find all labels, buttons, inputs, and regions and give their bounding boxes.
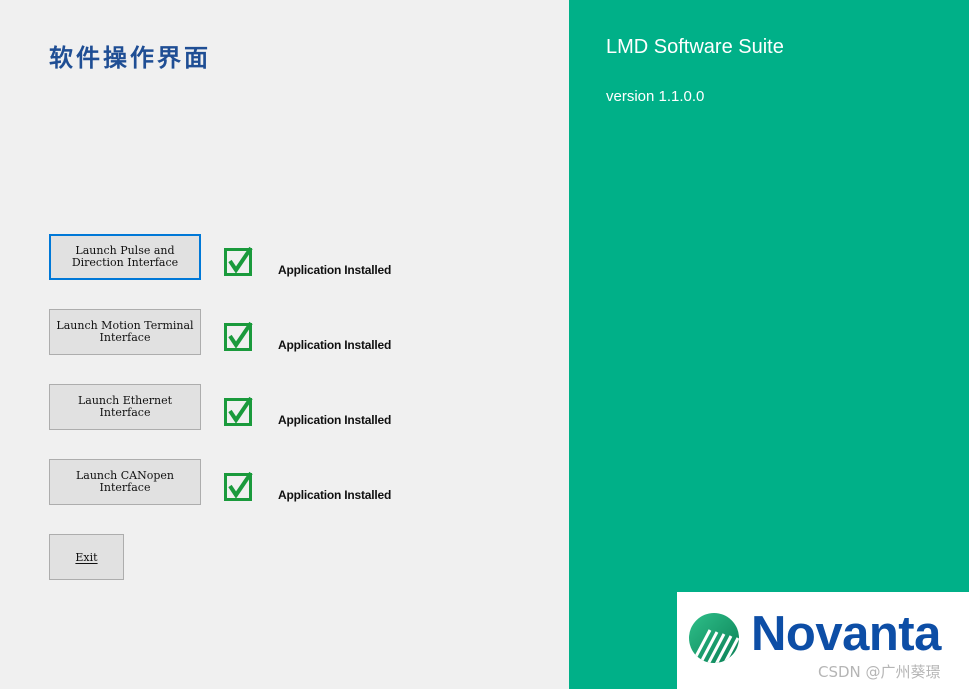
suite-version: version 1.1.0.0	[606, 88, 705, 105]
launch-canopen-button[interactable]: Launch CANopen Interface	[49, 459, 201, 505]
launch-pulse-direction-button[interactable]: Launch Pulse and Direction Interface	[49, 234, 201, 280]
status-text: Application Installed	[278, 413, 392, 427]
check-square-icon	[224, 471, 253, 501]
check-square-icon	[224, 246, 253, 276]
novanta-logo-icon	[689, 613, 739, 663]
check-square-icon	[224, 396, 253, 426]
page-title: 软件操作界面	[49, 43, 211, 72]
launch-motion-terminal-button[interactable]: Launch Motion Terminal Interface	[49, 309, 201, 355]
status-text: Application Installed	[278, 488, 392, 502]
suite-title: LMD Software Suite	[606, 36, 784, 58]
logo-text: Novanta	[751, 607, 941, 661]
check-square-icon	[224, 321, 253, 351]
watermark: CSDN @广州葵璟	[818, 663, 941, 681]
status-text: Application Installed	[278, 338, 392, 352]
launch-ethernet-button[interactable]: Launch Ethernet Interface	[49, 384, 201, 430]
exit-button[interactable]: Exit	[49, 534, 124, 580]
status-text: Application Installed	[278, 263, 392, 277]
exit-label: Exit	[75, 550, 98, 564]
